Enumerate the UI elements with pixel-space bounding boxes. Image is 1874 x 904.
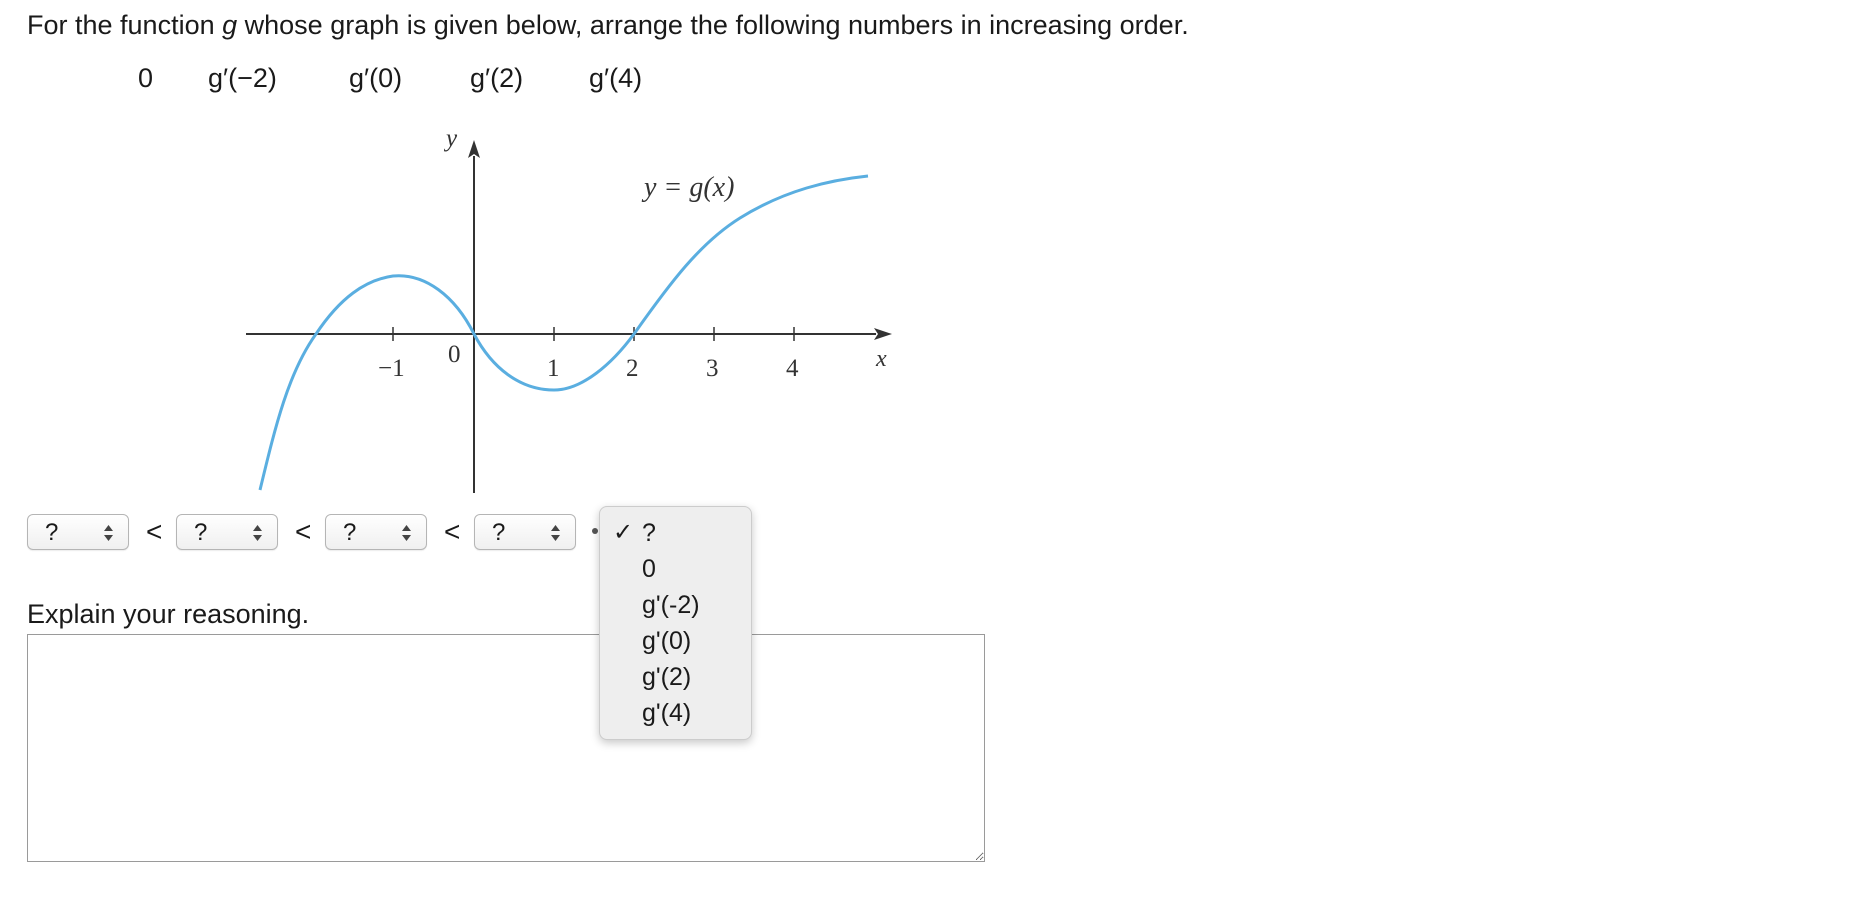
order-select-2[interactable]: ? — [176, 514, 278, 550]
checkmark-icon: ✓ — [613, 519, 634, 546]
order-select-1[interactable]: ? — [27, 514, 129, 550]
select-value: ? — [343, 519, 357, 546]
x-tick-label: 2 — [626, 355, 639, 382]
select-arrows-icon — [104, 525, 113, 541]
x-axis-arrow — [874, 328, 892, 340]
select-arrows-icon — [253, 525, 262, 541]
x-tick-label: 0 — [448, 341, 461, 368]
curve-label: y = g(x) — [641, 172, 734, 203]
x-tick-label: 1 — [547, 355, 560, 382]
number-item: g′(2) — [470, 63, 524, 93]
x-tick-label: 3 — [706, 355, 719, 382]
dropdown-option[interactable]: g'(-2) — [642, 589, 700, 621]
number-item: g′(4) — [589, 63, 643, 93]
order-select-3[interactable]: ? — [325, 514, 427, 550]
explain-label: Explain your reasoning. — [27, 599, 310, 629]
number-item: g′(−2) — [208, 63, 277, 93]
dropdown-option[interactable]: ? — [642, 517, 656, 549]
x-axis-label: x — [875, 346, 887, 372]
number-item: g′(0) — [349, 63, 403, 93]
less-than-sign: < — [444, 516, 461, 547]
less-than-sign: < — [295, 516, 312, 547]
y-axis-arrow — [468, 140, 480, 158]
dropdown-option[interactable]: g'(4) — [642, 697, 691, 729]
question-prefix: For the function — [27, 10, 223, 40]
graph-of-g: y x y = g(x) −1 0 1 2 3 4 — [230, 125, 910, 498]
x-tick-label: −1 — [378, 355, 405, 382]
less-than-sign: < — [146, 516, 163, 547]
select-value: ? — [45, 519, 59, 546]
function-name: g — [222, 10, 238, 40]
dropdown-option[interactable]: g'(0) — [642, 625, 691, 657]
x-tick-label: 4 — [786, 355, 799, 382]
y-axis-label: y — [443, 128, 458, 152]
graph-svg: y x y = g(x) −1 0 1 2 3 4 — [246, 125, 892, 493]
select-arrows-icon — [402, 525, 411, 541]
question-text: For the function g whose graph is given … — [27, 8, 1189, 42]
hidden-select-edge — [592, 528, 598, 534]
select-arrows-icon — [551, 525, 560, 541]
reasoning-textarea[interactable] — [27, 634, 985, 862]
number-item: 0 — [138, 63, 154, 93]
question-suffix: whose graph is given below, arrange the … — [237, 10, 1189, 40]
select-value: ? — [492, 519, 506, 546]
select-value: ? — [194, 519, 208, 546]
dropdown-option[interactable]: g'(2) — [642, 661, 691, 693]
order-select-4[interactable]: ? — [474, 514, 576, 550]
order-select-5-dropdown[interactable]: ✓ ? 0 g'(-2) g'(0) g'(2) g'(4) — [599, 506, 752, 740]
dropdown-option[interactable]: 0 — [642, 553, 656, 585]
